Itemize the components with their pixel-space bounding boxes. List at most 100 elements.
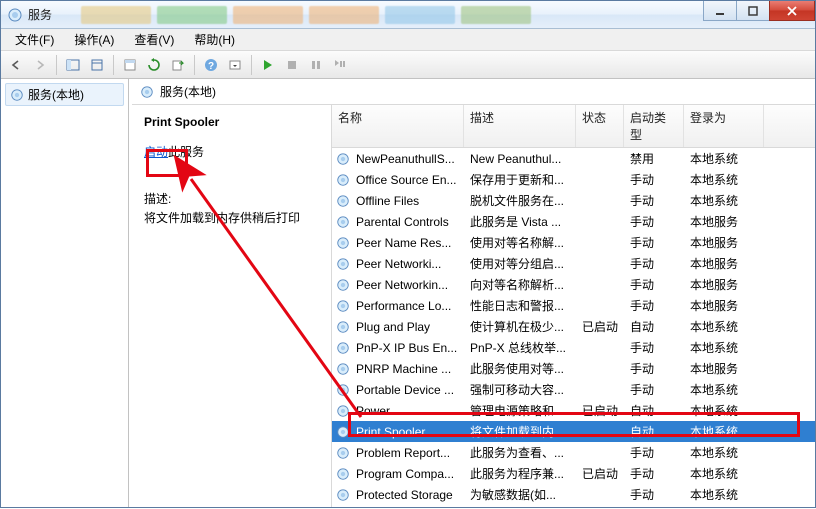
gear-icon: [336, 173, 354, 187]
refresh-button[interactable]: [143, 54, 165, 76]
menu-help[interactable]: 帮助(H): [184, 28, 245, 51]
close-button[interactable]: [769, 1, 815, 21]
service-row[interactable]: Portable Device ...强制可移动大容...手动本地系统: [332, 379, 815, 400]
export-list-button[interactable]: [86, 54, 108, 76]
window-controls: [704, 1, 815, 21]
menu-action[interactable]: 操作(A): [64, 28, 124, 51]
gear-icon: [336, 404, 354, 418]
cell-desc: 脱机文件服务在...: [468, 192, 580, 209]
service-row[interactable]: NewPeanuthullS...New Peanuthul...禁用本地系统: [332, 148, 815, 169]
menu-view[interactable]: 查看(V): [124, 28, 184, 51]
cell-name: PnP-X IP Bus En...: [354, 341, 468, 355]
cell-desc: 使计算机在极少...: [468, 318, 580, 335]
stop-service-button[interactable]: [281, 54, 303, 76]
cell-startup: 手动: [628, 360, 688, 377]
service-row[interactable]: PnP-X IP Bus En...PnP-X 总线枚举...手动本地系统: [332, 337, 815, 358]
right-header: 服务(本地): [132, 79, 815, 105]
col-name[interactable]: 名称: [332, 105, 464, 147]
minimize-button[interactable]: [703, 1, 737, 21]
col-status[interactable]: 状态: [576, 105, 624, 147]
cell-startup: 自动: [628, 423, 688, 440]
pause-service-button[interactable]: [305, 54, 327, 76]
service-row[interactable]: Power管理电源策略和...已启动自动本地系统: [332, 400, 815, 421]
service-row[interactable]: Problem Report...此服务为查看、...手动本地系统: [332, 442, 815, 463]
selected-service-name: Print Spooler: [144, 115, 319, 129]
detail-pane: Print Spooler 启动此服务 描述: 将文件加载到内存供稍后打印: [132, 105, 332, 507]
right-pane: 服务(本地) Print Spooler 启动此服务 描述: 将文件加载到内存供…: [129, 79, 815, 507]
services-list[interactable]: 名称 描述 状态 启动类型 登录为 NewPeanuthullS...New P…: [332, 105, 815, 507]
back-button[interactable]: [5, 54, 27, 76]
service-row[interactable]: Protected Storage为敏感数据(如...手动本地系统: [332, 484, 815, 505]
right-header-label: 服务(本地): [160, 83, 216, 100]
gear-icon: [336, 488, 354, 502]
cell-name: Office Source En...: [354, 173, 468, 187]
cell-desc: 使用对等分组启...: [468, 255, 580, 272]
titlebar: 服务: [1, 1, 815, 29]
service-row[interactable]: Peer Name Res...使用对等名称解...手动本地服务: [332, 232, 815, 253]
forward-button[interactable]: [29, 54, 51, 76]
service-row[interactable]: Performance Lo...性能日志和警报...手动本地服务: [332, 295, 815, 316]
service-row[interactable]: Office Source En...保存用于更新和...手动本地系统: [332, 169, 815, 190]
service-row[interactable]: Plug and Play使计算机在极少...已启动自动本地系统: [332, 316, 815, 337]
service-row[interactable]: QQ Phone Mana...腾讯手机管家服...禁用本地系统: [332, 505, 815, 507]
cell-logon: 本地系统: [688, 465, 768, 482]
cell-name: PNRP Machine ...: [354, 362, 468, 376]
action-dropdown-button[interactable]: [224, 54, 246, 76]
gear-icon: [336, 383, 354, 397]
service-row[interactable]: Parental Controls此服务是 Vista ...手动本地服务: [332, 211, 815, 232]
cell-name: Offline Files: [354, 194, 468, 208]
restart-service-button[interactable]: [329, 54, 351, 76]
cell-logon: 本地服务: [688, 213, 768, 230]
service-row[interactable]: Print Spooler将文件加载到内...自动本地系统: [332, 421, 815, 442]
cell-startup: 手动: [628, 339, 688, 356]
menu-file[interactable]: 文件(F): [5, 28, 64, 51]
export-button[interactable]: [167, 54, 189, 76]
col-logon[interactable]: 登录为: [684, 105, 764, 147]
service-row[interactable]: Program Compa...此服务为程序兼...已启动手动本地系统: [332, 463, 815, 484]
service-row[interactable]: Peer Networkin...向对等名称解析...手动本地服务: [332, 274, 815, 295]
service-action: 启动此服务: [144, 143, 319, 160]
gear-icon: [336, 446, 354, 460]
start-service-button[interactable]: [257, 54, 279, 76]
cell-name: NewPeanuthullS...: [354, 152, 468, 166]
cell-logon: 本地系统: [688, 192, 768, 209]
service-row[interactable]: Offline Files脱机文件服务在...手动本地系统: [332, 190, 815, 211]
cell-name: Plug and Play: [354, 320, 468, 334]
tree-root[interactable]: 服务(本地): [5, 83, 124, 106]
show-hide-tree-button[interactable]: [62, 54, 84, 76]
cell-name: Parental Controls: [354, 215, 468, 229]
properties-button[interactable]: [119, 54, 141, 76]
col-desc[interactable]: 描述: [464, 105, 576, 147]
cell-desc: 此服务使用对等...: [468, 360, 580, 377]
gear-icon: [336, 362, 354, 376]
service-row[interactable]: PNRP Machine ...此服务使用对等...手动本地服务: [332, 358, 815, 379]
cell-startup: 手动: [628, 234, 688, 251]
cell-desc: New Peanuthul...: [468, 152, 580, 166]
cell-startup: 手动: [628, 297, 688, 314]
description-text: 将文件加载到内存供稍后打印: [144, 209, 319, 226]
cell-startup: 手动: [628, 255, 688, 272]
cell-name: Print Spooler: [354, 425, 468, 439]
gear-icon: [336, 257, 354, 271]
cell-name: Protected Storage: [354, 488, 468, 502]
cell-name: Portable Device ...: [354, 383, 468, 397]
main-area: 服务(本地) 服务(本地) Print Spooler 启动此服务 描述: 将文…: [1, 79, 815, 507]
tree-root-label: 服务(本地): [28, 86, 84, 103]
cell-logon: 本地系统: [688, 423, 768, 440]
services-app-icon: [7, 7, 23, 23]
col-startup[interactable]: 启动类型: [624, 105, 684, 147]
cell-desc: 性能日志和警报...: [468, 297, 580, 314]
cell-logon: 本地服务: [688, 276, 768, 293]
start-link[interactable]: 启动: [144, 145, 168, 159]
cell-startup: 手动: [628, 213, 688, 230]
maximize-button[interactable]: [736, 1, 770, 21]
service-row[interactable]: Peer Networki...使用对等分组启...手动本地服务: [332, 253, 815, 274]
cell-desc: 使用对等名称解...: [468, 234, 580, 251]
cell-desc: 保存用于更新和...: [468, 171, 580, 188]
cell-desc: 强制可移动大容...: [468, 381, 580, 398]
cell-name: Performance Lo...: [354, 299, 468, 313]
cell-logon: 本地系统: [688, 381, 768, 398]
help-button[interactable]: ?: [200, 54, 222, 76]
cell-startup: 手动: [628, 444, 688, 461]
cell-desc: PnP-X 总线枚举...: [468, 339, 580, 356]
